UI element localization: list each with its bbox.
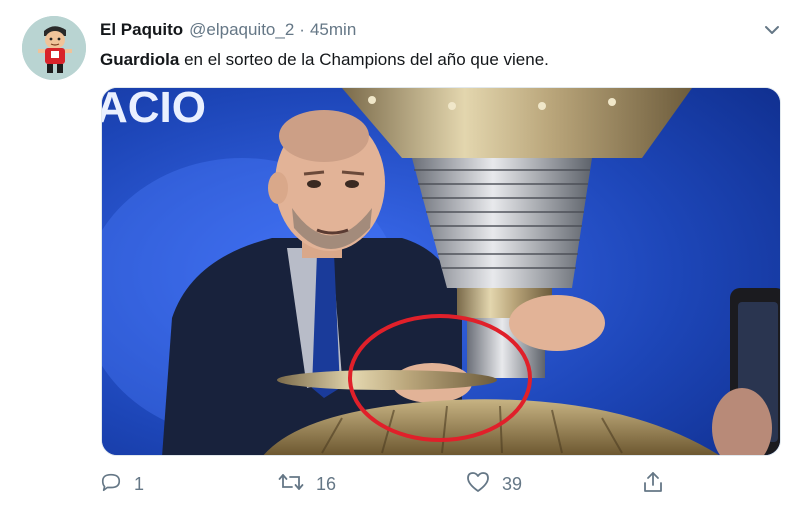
avatar[interactable] <box>22 16 86 80</box>
tweet-actions: 1 16 39 <box>100 470 680 498</box>
tweet-text: Guardiola en el sorteo de la Champions d… <box>100 49 549 71</box>
retweet-count: 16 <box>316 473 337 494</box>
tweet: El Paquito @elpaquito_2 · 45min Guardiol… <box>0 0 800 512</box>
heart-icon <box>466 471 490 498</box>
timestamp[interactable]: 45min <box>310 20 356 40</box>
media-banner-text: ACIO <box>102 88 206 132</box>
author-name[interactable]: El Paquito <box>100 20 183 40</box>
tweet-photo[interactable]: ACIO <box>101 87 781 456</box>
separator: · <box>299 20 305 39</box>
tweet-text-rest: en el sorteo de la Champions del año que… <box>179 50 549 69</box>
like-count: 39 <box>502 473 523 494</box>
like-button[interactable]: 39 <box>466 470 522 498</box>
chevron-down-icon[interactable] <box>760 18 784 42</box>
share-button[interactable] <box>642 470 664 498</box>
reply-icon <box>100 471 122 498</box>
share-icon <box>642 470 664 499</box>
reply-count: 1 <box>134 473 145 494</box>
tweet-text-bold: Guardiola <box>100 50 180 69</box>
author-handle[interactable]: @elpaquito_2 <box>189 20 294 40</box>
reply-button[interactable]: 1 <box>100 470 144 498</box>
retweet-button[interactable]: 16 <box>278 470 336 498</box>
retweet-icon <box>278 471 304 498</box>
tweet-header: El Paquito @elpaquito_2 · 45min <box>100 20 356 44</box>
